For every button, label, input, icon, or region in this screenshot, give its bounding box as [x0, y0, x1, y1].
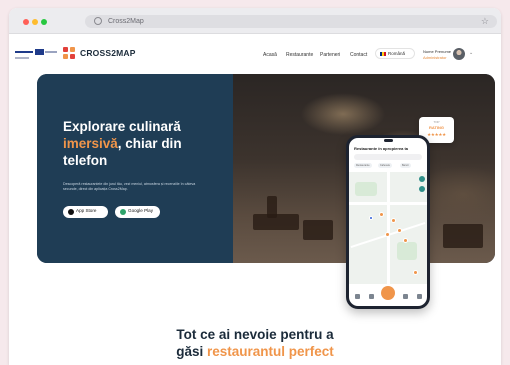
nav-item-contact[interactable]: Contact [350, 52, 367, 58]
phone-screen-title: Restaurante în apropierea ta [354, 146, 409, 151]
phone-chip: Restaurante [354, 163, 372, 168]
chevron-down-icon: ⌄ [469, 50, 474, 56]
globe-icon [94, 17, 102, 25]
brand-mark-icon [63, 47, 76, 60]
rating-label: RATING [428, 125, 445, 130]
nav-item-partners[interactable]: Parteneri [320, 52, 340, 58]
phone-map [349, 172, 427, 284]
nav-item-restaurants[interactable]: Restaurante [286, 52, 313, 58]
app-store-button[interactable]: App Store [63, 206, 108, 218]
site-header: CROSS2MAP Acasă Restaurante Parteneri Co… [9, 34, 501, 72]
close-window-button[interactable] [23, 19, 29, 25]
bookmark-star-icon[interactable]: ☆ [481, 15, 489, 27]
brand-name: CROSS2MAP [80, 48, 136, 58]
user-menu[interactable]: Nume Prenume Administrator ⌄ [423, 48, 481, 62]
section-heading-line2: găsi restaurantul perfect [176, 344, 334, 359]
phone-chip: Baruri [400, 163, 411, 168]
user-role: Administrator [423, 55, 447, 60]
browser-window: Cross2Map ☆ CROSS2MAP Acasă Restaurante … [9, 8, 501, 365]
address-text: Cross2Map [108, 18, 144, 25]
user-name: Nume Prenume [423, 49, 452, 54]
google-play-icon [120, 209, 126, 215]
section-heading: Tot ce ai nevoie pentru a găsi restauran… [9, 326, 501, 360]
google-play-label: Google Play [128, 208, 154, 213]
phone-chip: Cafenele [378, 163, 393, 168]
hero-title: Explorare culinară imersivă, chiar din t… [63, 119, 182, 168]
address-bar[interactable]: Cross2Map ☆ [85, 15, 497, 28]
maximize-window-button[interactable] [41, 19, 47, 25]
section-heading-line1: Tot ce ai nevoie pentru a [176, 327, 334, 342]
nav-item-home[interactable]: Acasă [263, 52, 277, 58]
phone-mockup: Restaurante în apropierea ta Restaurante… [346, 135, 430, 309]
location-icon[interactable] [419, 176, 425, 182]
phone-notch [384, 139, 393, 142]
minimize-window-button[interactable] [32, 19, 38, 25]
app-store-label: App Store [76, 208, 97, 213]
language-selector[interactable]: Română [375, 48, 415, 59]
layers-icon[interactable] [419, 186, 425, 192]
apple-icon [68, 209, 74, 215]
language-label: Română [388, 51, 406, 56]
google-play-button[interactable]: Google Play [115, 206, 160, 218]
avatar[interactable] [453, 48, 465, 60]
romania-flag-icon [380, 52, 386, 56]
phone-search-input [354, 154, 422, 160]
phone-center-action-button[interactable] [381, 286, 395, 300]
rating-top-label: TOP [433, 120, 440, 124]
hero-description: Descoperă restaurantele din jurul tău, v… [63, 182, 196, 191]
eu-funding-logo [15, 49, 57, 61]
browser-toolbar: Cross2Map ☆ [9, 8, 501, 34]
